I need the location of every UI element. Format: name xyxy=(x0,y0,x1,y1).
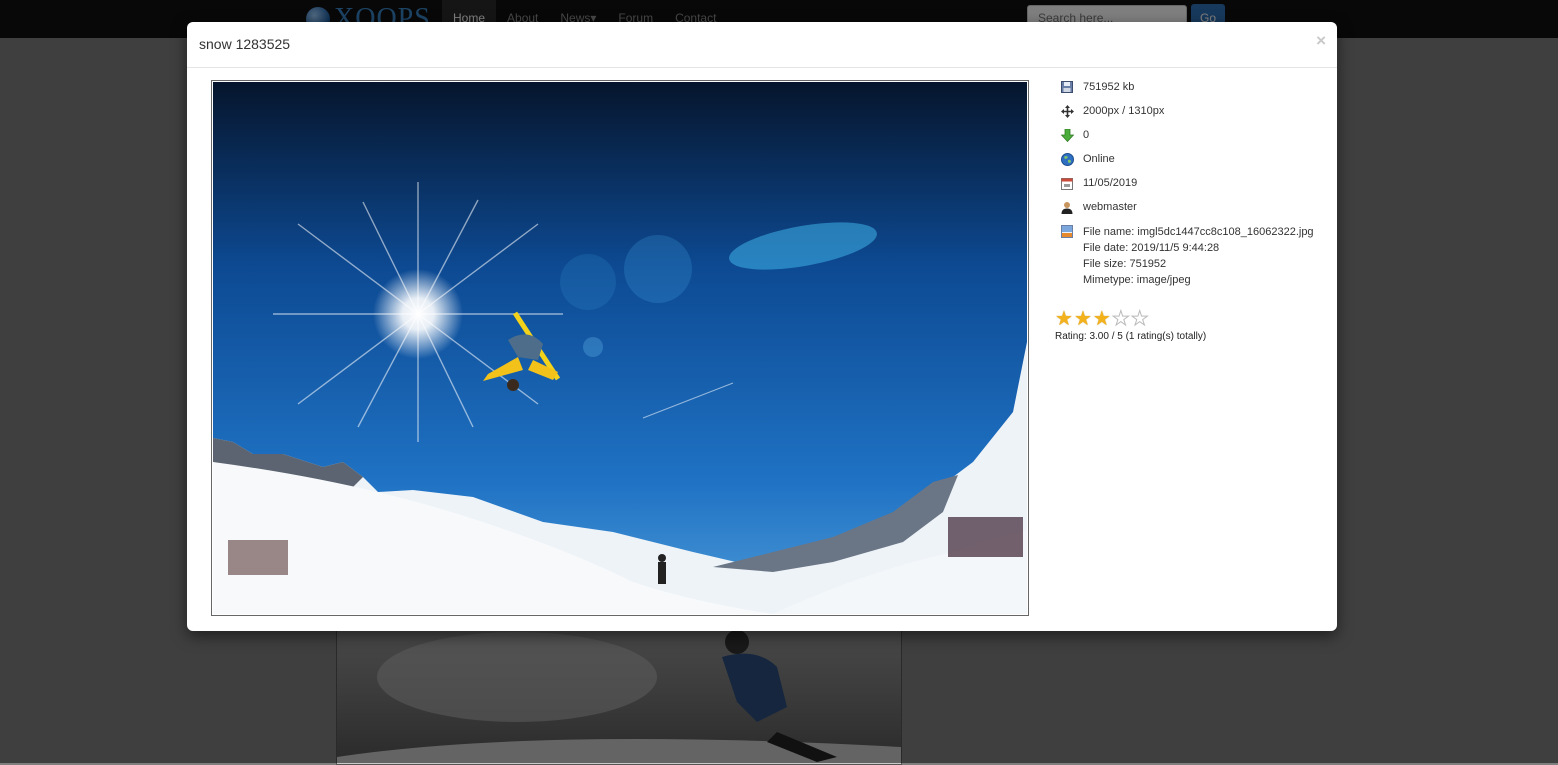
snowboarder-jump-photo[interactable] xyxy=(213,82,1027,614)
downloads-value: 0 xyxy=(1083,129,1090,141)
rating-stars[interactable]: ★ ★ ★ ★ ★ xyxy=(1055,309,1325,330)
exif-icon xyxy=(1060,224,1074,238)
info-dimensions: 2000px / 1310px xyxy=(1055,104,1325,128)
modal-header: snow 1283525 × xyxy=(187,22,1337,68)
calendar-icon xyxy=(1060,176,1074,190)
image-info-panel: 751952 kb 2000px / 1310px 0 Online 11/05… xyxy=(1055,80,1325,342)
info-downloads: 0 xyxy=(1055,128,1325,152)
star-4-icon[interactable]: ★ xyxy=(1111,309,1130,330)
rating-text: Rating: 3.00 / 5 (1 rating(s) totally) xyxy=(1055,331,1207,342)
image-modal: snow 1283525 × 751952 kb 2000px / 1310px… xyxy=(187,22,1337,631)
info-filesize: 751952 kb xyxy=(1055,80,1325,104)
status-value: Online xyxy=(1083,153,1115,165)
user-icon xyxy=(1060,200,1074,214)
modal-title: snow 1283525 xyxy=(199,36,291,52)
author-value[interactable]: webmaster xyxy=(1083,200,1137,214)
info-status: Online xyxy=(1055,152,1325,176)
floppy-disk-icon xyxy=(1060,80,1074,94)
star-3-icon[interactable]: ★ xyxy=(1093,309,1111,329)
filesize-value: 751952 kb xyxy=(1083,81,1135,93)
exif-file-date: File date: 2019/11/5 9:44:28 xyxy=(1083,242,1220,254)
star-1-icon[interactable]: ★ xyxy=(1055,309,1073,329)
star-5-icon[interactable]: ★ xyxy=(1130,309,1149,330)
date-value: 11/05/2019 xyxy=(1083,177,1138,189)
move-arrows-icon xyxy=(1060,104,1074,118)
info-exif: File name: imgl5dc1447cc8c108_16062322.j… xyxy=(1055,224,1325,288)
info-author: webmaster xyxy=(1055,200,1325,224)
info-date: 11/05/2019 xyxy=(1055,176,1325,200)
exif-file-name: File name: imgl5dc1447cc8c108_16062322.j… xyxy=(1083,226,1314,238)
globe-icon xyxy=(1060,152,1074,166)
close-button[interactable]: × xyxy=(1316,31,1326,51)
dimensions-value: 2000px / 1310px xyxy=(1083,105,1165,117)
star-2-icon[interactable]: ★ xyxy=(1074,309,1092,329)
exif-mimetype: Mimetype: image/jpeg xyxy=(1083,274,1191,286)
download-arrow-icon xyxy=(1060,128,1074,142)
photo-frame xyxy=(211,80,1029,616)
exif-file-size: File size: 751952 xyxy=(1083,258,1167,270)
